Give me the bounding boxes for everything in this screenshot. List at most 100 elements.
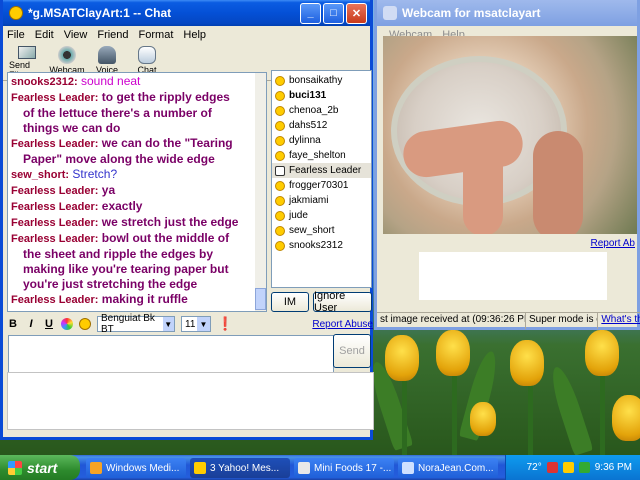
task-app-icon bbox=[402, 462, 414, 474]
task-label: 3 Yahoo! Mes... bbox=[210, 462, 280, 474]
taskbar-button[interactable]: 3 Yahoo! Mes... bbox=[190, 458, 290, 478]
report-abuse-link[interactable]: Report Abuse bbox=[312, 319, 373, 330]
clock: 9:36 PM bbox=[594, 462, 632, 473]
wallpaper-tulip bbox=[510, 340, 544, 386]
start-button[interactable]: start bbox=[0, 455, 80, 480]
font-select[interactable]: Benguiat Bk BT ▼ bbox=[97, 313, 175, 335]
send-button[interactable]: Send bbox=[333, 334, 371, 368]
chat-title-bar[interactable]: *g.MSATClayArt:1 -- Chat _ □ ✕ bbox=[3, 0, 370, 26]
message-sender[interactable]: Fearless Leader: bbox=[11, 294, 98, 306]
wallpaper-stem bbox=[600, 365, 605, 460]
user-list-item[interactable]: buci131 bbox=[272, 88, 371, 103]
user-list-item[interactable]: dahs512 bbox=[272, 118, 371, 133]
user-list-item[interactable]: dylinna bbox=[272, 133, 371, 148]
user-list-item[interactable]: faye_shelton bbox=[272, 148, 371, 163]
webcam-window-title: Webcam for msatclayart bbox=[402, 6, 541, 20]
chat-message: Fearless Leader: to get the ripply edges… bbox=[11, 90, 263, 136]
chat-message: sew_short: Stretch? bbox=[11, 167, 263, 183]
chat-message: Fearless Leader: we can do the "Tearing P… bbox=[11, 136, 263, 167]
chat-window-title: *g.MSATClayArt:1 -- Chat bbox=[28, 6, 172, 20]
message-text: making it ruffle bbox=[101, 292, 188, 306]
message-text: bowl out the middle of bbox=[101, 231, 230, 245]
color-palette-icon[interactable] bbox=[61, 318, 73, 330]
task-label: NoraJean.Com... bbox=[418, 462, 494, 474]
bold-button[interactable]: B bbox=[7, 318, 19, 330]
user-status-icon bbox=[275, 225, 285, 236]
font-size-select[interactable]: 11 ▼ bbox=[181, 316, 211, 332]
webcam-title-bar[interactable]: Webcam for msatclayart bbox=[377, 0, 637, 26]
chevron-down-icon: ▼ bbox=[162, 317, 174, 331]
menu-format[interactable]: Format bbox=[139, 29, 174, 41]
task-app-icon bbox=[298, 462, 310, 474]
chevron-down-icon: ▼ bbox=[197, 317, 210, 331]
emoticon-icon[interactable] bbox=[79, 318, 91, 330]
messenger-icon[interactable] bbox=[562, 462, 574, 473]
message-text-continued: you're just stretching the edge bbox=[23, 277, 198, 291]
taskbar-button[interactable]: Mini Foods 17 -... bbox=[294, 458, 394, 478]
user-list-item[interactable]: frogger70301 bbox=[272, 178, 371, 193]
ignore-user-button[interactable]: Ignore User bbox=[313, 290, 372, 314]
message-sender[interactable]: Fearless Leader: bbox=[11, 185, 98, 197]
message-sender[interactable]: Fearless Leader: bbox=[11, 138, 98, 150]
italic-button[interactable]: I bbox=[25, 318, 37, 330]
user-status-icon bbox=[275, 180, 285, 191]
underline-button[interactable]: U bbox=[43, 318, 55, 330]
windows-logo-icon bbox=[8, 460, 22, 475]
task-label: Mini Foods 17 -... bbox=[314, 462, 392, 474]
format-toolbar: B I U Benguiat Bk BT ▼ 11 ▼ ❗ Report Abu… bbox=[7, 313, 373, 335]
user-list-item[interactable]: chenoa_2b bbox=[272, 103, 371, 118]
wallpaper-tulip bbox=[612, 395, 640, 441]
message-sender[interactable]: Fearless Leader: bbox=[11, 92, 98, 104]
user-list-item[interactable]: jakmiami bbox=[272, 193, 371, 208]
network-icon[interactable] bbox=[578, 462, 590, 473]
user-status-icon bbox=[275, 75, 285, 86]
im-button[interactable]: IM bbox=[271, 292, 309, 312]
webcam-whats-this-link[interactable]: What's th bbox=[598, 313, 640, 329]
task-app-icon bbox=[194, 462, 206, 474]
minimize-button[interactable]: _ bbox=[300, 2, 321, 24]
user-list-item[interactable]: Fearless Leader bbox=[272, 163, 371, 178]
imvironment-icon[interactable]: ❗ bbox=[217, 316, 233, 332]
system-tray: 72° 9:36 PM bbox=[505, 455, 640, 480]
message-text-continued: of the lettuce there's a number of bbox=[23, 106, 212, 120]
user-list-item[interactable]: snooks2312 bbox=[272, 238, 371, 253]
task-label: Windows Medi... bbox=[106, 462, 180, 474]
message-sender[interactable]: sew_short: bbox=[11, 169, 69, 181]
user-list-item[interactable]: bonsaikathy bbox=[272, 73, 371, 88]
taskbar-button[interactable]: Windows Medi... bbox=[86, 458, 186, 478]
message-sender[interactable]: Fearless Leader: bbox=[11, 217, 98, 229]
menu-friend[interactable]: Friend bbox=[97, 29, 128, 41]
taskbar-button[interactable]: NoraJean.Com... bbox=[398, 458, 498, 478]
message-sender[interactable]: snooks2312: bbox=[11, 76, 78, 88]
user-status-icon bbox=[275, 90, 285, 101]
user-name: chenoa_2b bbox=[289, 105, 339, 116]
message-scrollbar[interactable] bbox=[255, 73, 266, 311]
chat-window: *g.MSATClayArt:1 -- Chat _ □ ✕ File Edit… bbox=[0, 0, 374, 440]
send-file-icon bbox=[18, 46, 36, 59]
chat-message: Fearless Leader: making it ruffle bbox=[11, 292, 263, 308]
webcam-finger bbox=[463, 146, 503, 234]
maximize-button[interactable]: □ bbox=[323, 2, 344, 24]
webcam-report-abuse-link[interactable]: Report Ab bbox=[591, 238, 635, 249]
message-sender[interactable]: Fearless Leader: bbox=[11, 201, 98, 213]
weather-temp[interactable]: 72° bbox=[527, 462, 542, 473]
menu-edit[interactable]: Edit bbox=[35, 29, 54, 41]
menu-help[interactable]: Help bbox=[183, 29, 206, 41]
antivirus-icon[interactable] bbox=[546, 462, 558, 473]
message-sender[interactable]: Fearless Leader: bbox=[11, 233, 98, 245]
message-scrollbar-thumb[interactable] bbox=[255, 288, 266, 310]
user-list-item[interactable]: sew_short bbox=[272, 223, 371, 238]
message-input[interactable] bbox=[8, 335, 334, 373]
menu-file[interactable]: File bbox=[7, 29, 25, 41]
wallpaper-tulip bbox=[470, 402, 496, 436]
close-button[interactable]: ✕ bbox=[346, 2, 367, 24]
message-text-continued: things we can do bbox=[23, 121, 121, 135]
user-list-item[interactable]: jude bbox=[272, 208, 371, 223]
wallpaper-leaf bbox=[546, 364, 594, 456]
user-name: frogger70301 bbox=[289, 180, 349, 191]
user-list: bonsaikathy buci131 chenoa_2b dahs512 dylinn… bbox=[271, 70, 372, 288]
chat-message: snooks2312: sound neat bbox=[11, 74, 263, 90]
menu-view[interactable]: View bbox=[64, 29, 88, 41]
smiley-icon bbox=[9, 6, 23, 20]
user-name: Fearless Leader bbox=[289, 165, 362, 176]
